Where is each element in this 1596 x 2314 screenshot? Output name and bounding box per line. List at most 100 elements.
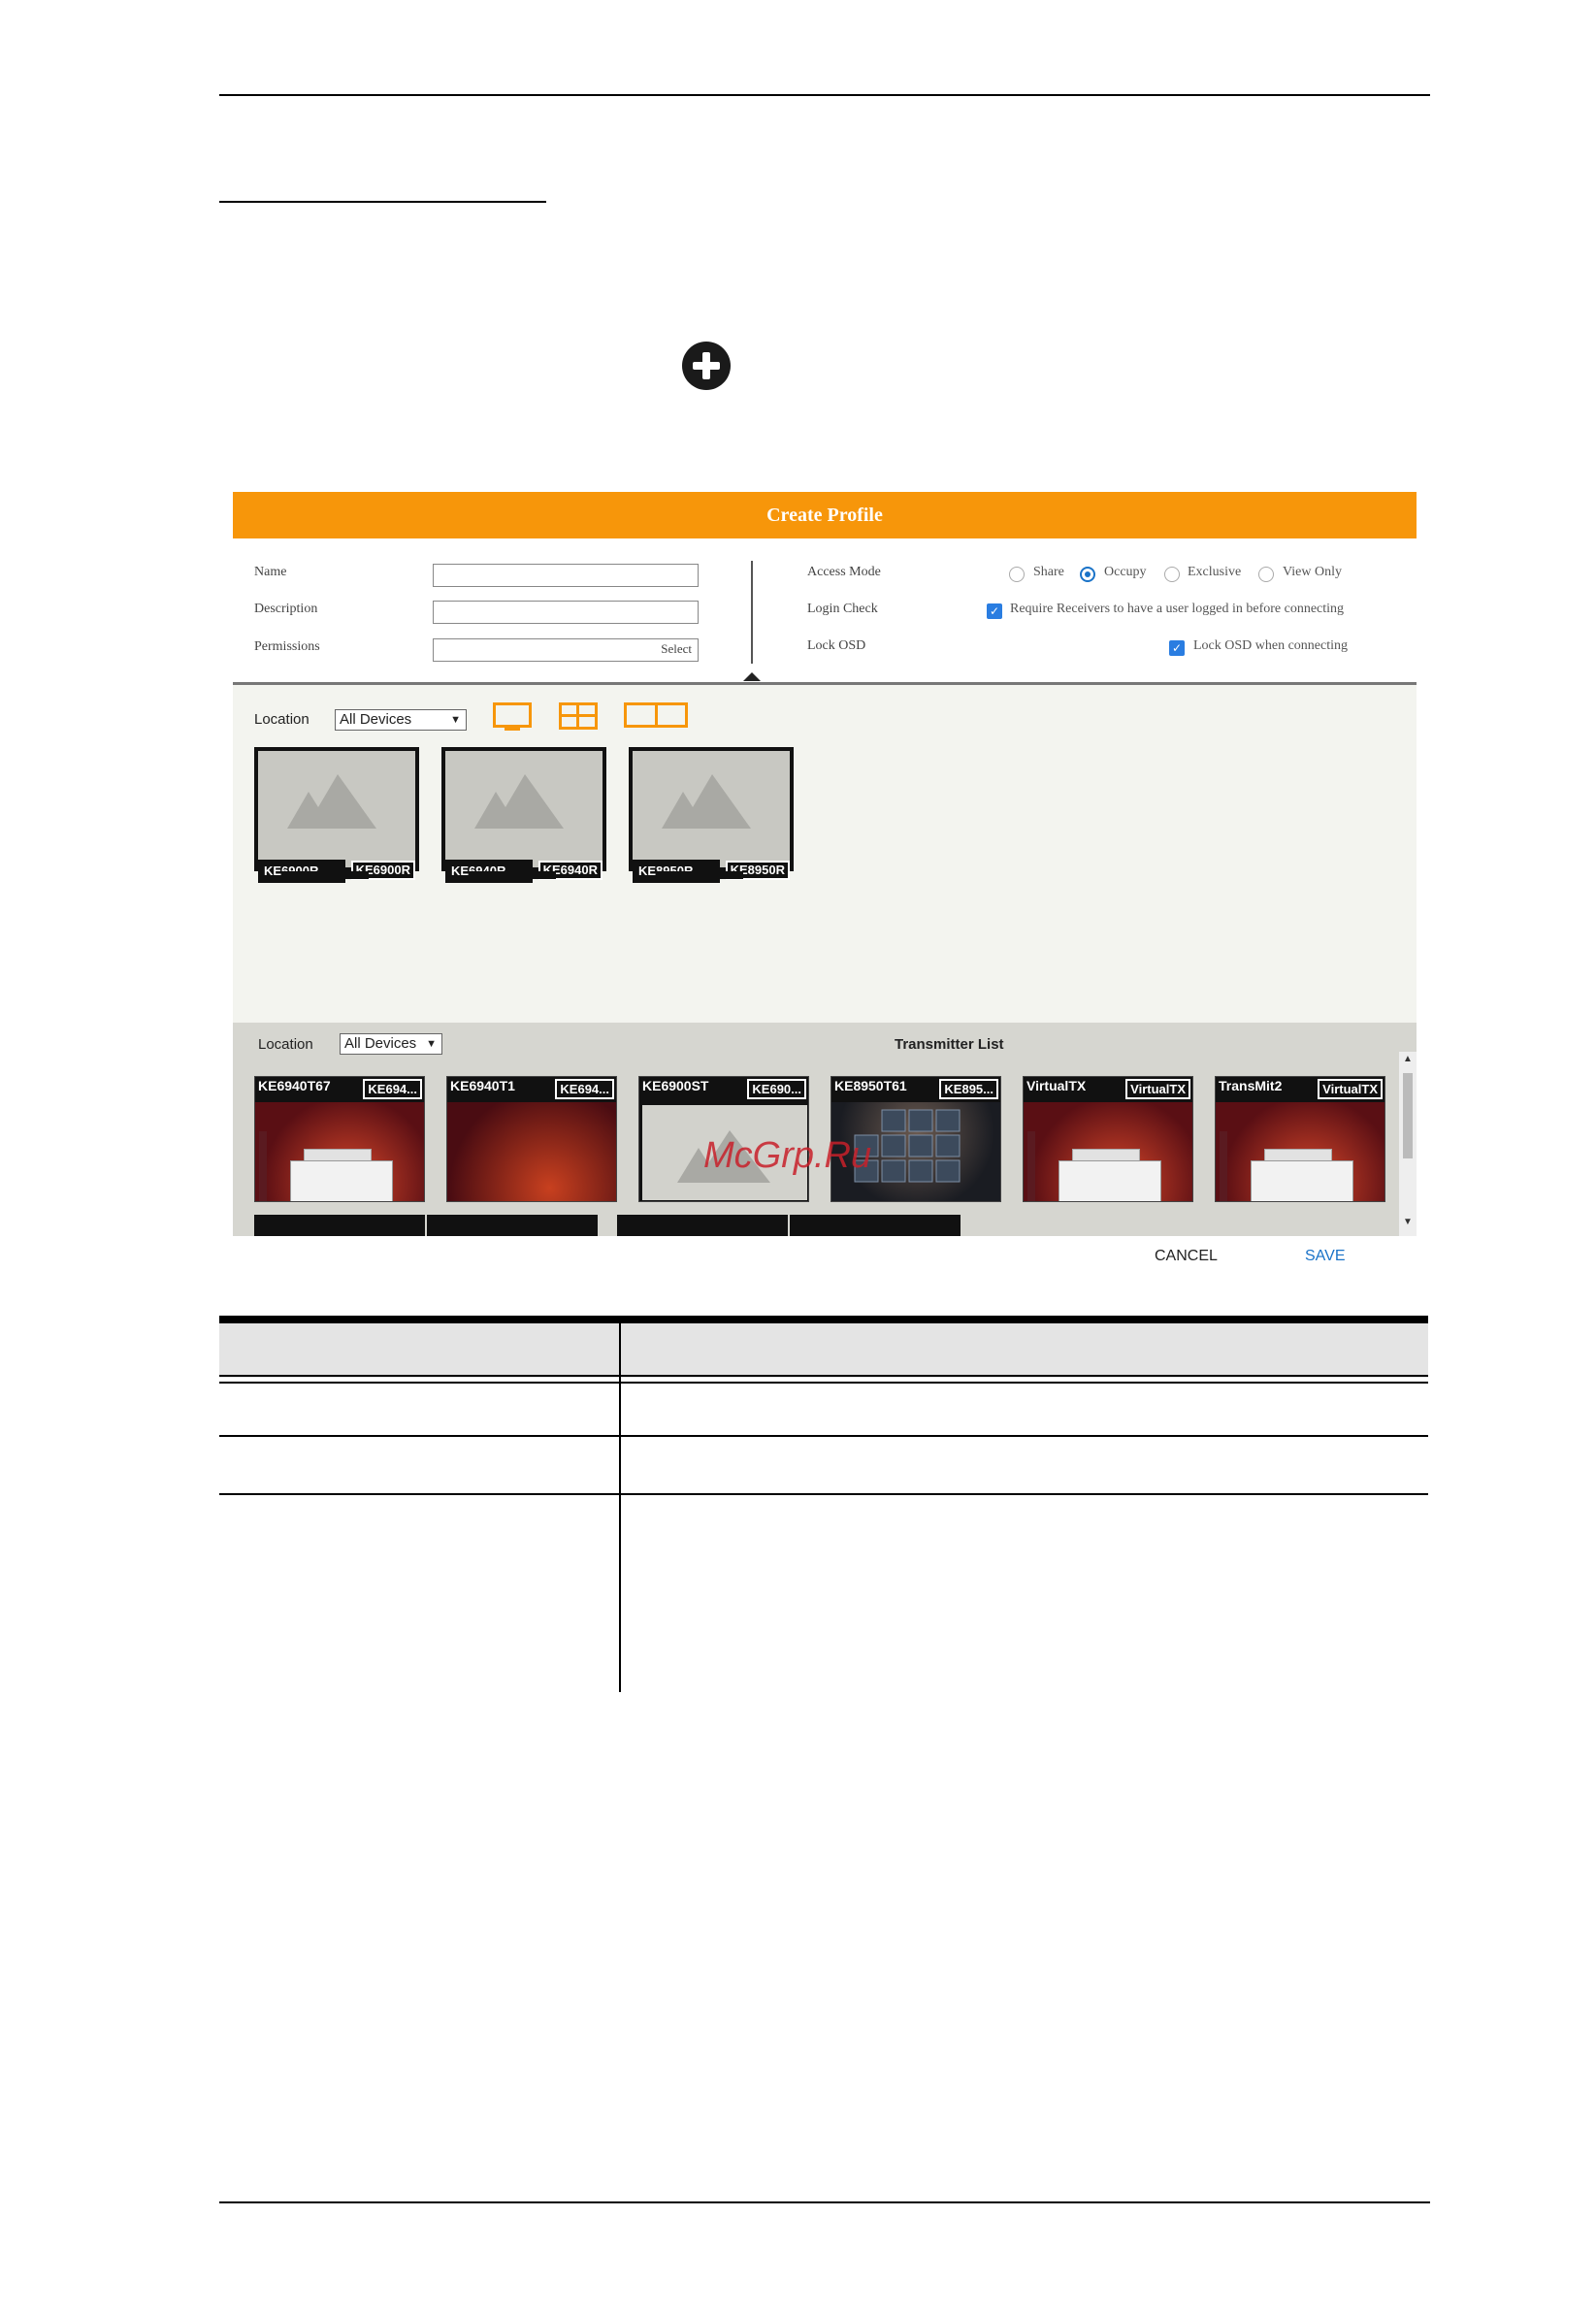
name-label: Name <box>254 565 287 579</box>
receiver-panel: Location All Devices ▼ KE6900R... KE6900… <box>233 685 1417 1023</box>
placeholder-image-icon <box>662 774 751 829</box>
monitor-stand <box>469 871 556 879</box>
receiver-location-label: Location <box>254 711 309 728</box>
name-input[interactable] <box>433 564 699 587</box>
table-top-rule <box>219 1316 1428 1323</box>
transmitter-tag: VirtualTX <box>1125 1079 1190 1099</box>
lock-osd-checkbox[interactable]: ✓ <box>1169 640 1185 656</box>
quad-screen-layout-icon[interactable] <box>559 702 598 730</box>
cancel-button[interactable]: CANCEL <box>1155 1248 1218 1265</box>
permissions-select-button[interactable]: Select <box>661 641 692 657</box>
window-preview <box>1251 1160 1353 1201</box>
transmitter-location-dropdown[interactable]: All Devices ▼ <box>340 1033 442 1055</box>
transmitter-location-value: All Devices <box>344 1035 417 1052</box>
login-check-checkbox[interactable]: ✓ <box>987 603 1002 619</box>
chevron-down-icon: ▼ <box>426 1038 437 1050</box>
lock-osd-label: Lock OSD <box>807 638 866 653</box>
window-preview <box>290 1160 393 1201</box>
radio-view-only[interactable] <box>1258 567 1274 582</box>
lock-osd-text: Lock OSD when connecting <box>1193 638 1349 653</box>
placeholder-image-icon <box>287 774 376 829</box>
desktop-preview <box>447 1102 616 1201</box>
transmitter-name: KE8950T61 <box>834 1078 907 1093</box>
top-rule <box>219 94 1430 96</box>
transmitter-tile[interactable]: KE6940T67 KE694... <box>254 1076 425 1202</box>
watermark: McGrp.Ru <box>703 1135 872 1176</box>
receiver-location-value: All Devices <box>340 711 412 728</box>
monitor-stand <box>281 871 369 879</box>
transmitter-tile[interactable]: KE6940T1 KE694... <box>446 1076 617 1202</box>
receiver-monitor[interactable]: KE8950R... KE8950R <box>629 747 794 883</box>
bottom-rule <box>219 2201 1430 2203</box>
table-row-divider <box>219 1435 1428 1437</box>
launcher-bar <box>1220 1131 1227 1201</box>
receiver-monitor[interactable]: KE6900R... KE6900R <box>254 747 419 883</box>
receiver-monitor[interactable]: KE6940R... KE6940R <box>441 747 606 883</box>
chevron-down-icon: ▼ <box>450 714 461 726</box>
transmitter-list-title: Transmitter List <box>895 1036 1004 1053</box>
table-header-bottom-rule <box>219 1382 1428 1384</box>
launcher-bar <box>1027 1131 1035 1201</box>
description-label: Description <box>254 602 318 616</box>
transmitter-tag: VirtualTX <box>1318 1079 1383 1099</box>
transmitter-tile-partial[interactable] <box>427 1215 598 1236</box>
transmitter-name: TransMit2 <box>1219 1078 1283 1093</box>
transmitter-tile-partial[interactable] <box>790 1215 961 1236</box>
table-column-divider <box>619 1323 621 1692</box>
desktop-preview <box>1216 1102 1384 1201</box>
collapse-arrow-icon[interactable] <box>743 672 761 681</box>
desktop-preview <box>1024 1102 1192 1201</box>
login-check-text: Require Receivers to have a user logged … <box>1010 602 1345 616</box>
radio-share[interactable] <box>1009 567 1025 582</box>
transmitter-tile[interactable]: VirtualTX VirtualTX <box>1023 1076 1193 1202</box>
transmitter-tile-partial[interactable] <box>617 1215 788 1236</box>
radio-occupy[interactable] <box>1080 567 1095 582</box>
receiver-screen <box>629 747 794 871</box>
profile-form: Name Description Permissions Select Acce… <box>233 538 1417 689</box>
transmitter-tag: KE690... <box>747 1079 806 1099</box>
transmitter-name: KE6940T1 <box>450 1078 515 1093</box>
transmitter-tag: KE895... <box>939 1079 998 1099</box>
receiver-location-dropdown[interactable]: All Devices ▼ <box>335 709 467 731</box>
radio-share-label: Share <box>1033 565 1064 579</box>
dialog-footer: CANCEL SAVE <box>233 1236 1417 1278</box>
plus-circle-icon <box>682 342 731 390</box>
receiver-screen <box>254 747 419 871</box>
login-check-label: Login Check <box>807 602 878 616</box>
transmitter-location-label: Location <box>258 1036 313 1053</box>
scroll-thumb[interactable] <box>1403 1073 1413 1158</box>
scroll-down-icon[interactable]: ▼ <box>1403 1217 1413 1227</box>
transmitter-tag: KE694... <box>363 1079 422 1099</box>
single-screen-layout-icon[interactable] <box>493 702 532 728</box>
radio-exclusive[interactable] <box>1164 567 1180 582</box>
dialog-title: Create Profile <box>233 492 1417 538</box>
window-preview <box>1059 1160 1161 1201</box>
save-button[interactable]: SAVE <box>1305 1248 1346 1265</box>
dual-divider <box>655 705 658 725</box>
dual-screen-layout-icon[interactable] <box>624 702 688 728</box>
table-header-row <box>219 1323 1428 1378</box>
radio-occupy-label: Occupy <box>1104 565 1147 579</box>
table-row-divider <box>219 1493 1428 1495</box>
quad-divider-h <box>562 714 595 717</box>
transmitter-name: VirtualTX <box>1026 1078 1087 1093</box>
single-screen-layout-stand <box>505 728 520 731</box>
section-underline <box>219 201 546 203</box>
table-header-bottom-rule <box>219 1375 1428 1377</box>
desktop-preview <box>255 1102 424 1201</box>
form-divider <box>751 561 753 664</box>
transmitter-name: KE6900ST <box>642 1078 709 1093</box>
access-mode-label: Access Mode <box>807 565 881 579</box>
permissions-label: Permissions <box>254 639 320 654</box>
transmitter-panel: Location All Devices ▼ Transmitter List … <box>233 1023 1417 1236</box>
transmitter-tile[interactable]: TransMit2 VirtualTX <box>1215 1076 1385 1202</box>
receiver-screen <box>441 747 606 871</box>
transmitter-scrollbar[interactable]: ▲ ▼ <box>1399 1052 1417 1236</box>
permissions-input[interactable]: Select <box>433 638 699 662</box>
description-input[interactable] <box>433 601 699 624</box>
transmitter-tile-partial[interactable] <box>254 1215 425 1236</box>
placeholder-image-icon <box>474 774 564 829</box>
launcher-bar <box>259 1131 267 1201</box>
scroll-up-icon[interactable]: ▲ <box>1403 1054 1413 1064</box>
monitor-stand <box>656 871 743 879</box>
